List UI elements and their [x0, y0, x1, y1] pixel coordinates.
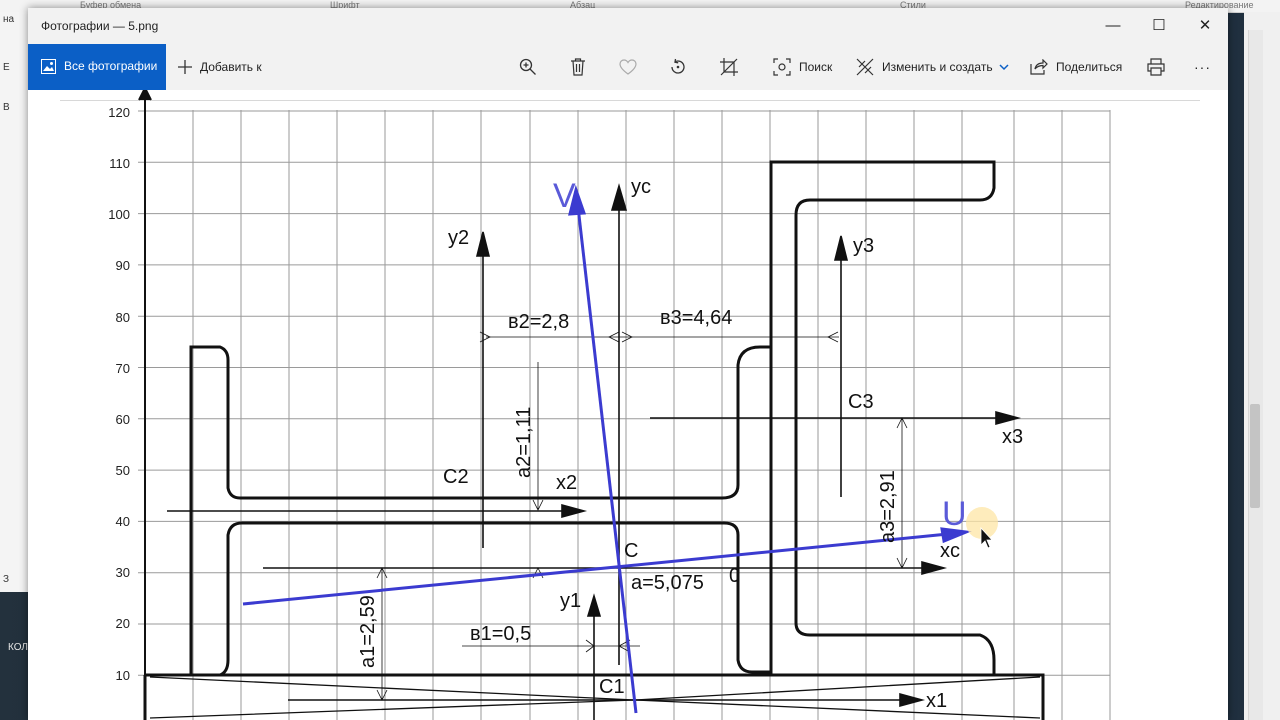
zero-label: 0	[729, 565, 740, 587]
b2-label: в2=2,8	[508, 311, 569, 333]
left-fragment: З	[3, 574, 10, 585]
drawing-canvas: 120 110 100 90 80 70 60 50 40 30 20 10 y…	[108, 90, 1111, 720]
share-button[interactable]: Поделиться	[1030, 44, 1122, 90]
left-fragment: В	[3, 102, 10, 113]
crop-icon	[720, 58, 738, 76]
more-button[interactable]: ···	[1194, 44, 1211, 90]
search-label: Поиск	[799, 60, 833, 74]
heart-icon	[619, 59, 637, 75]
y-tick-label: 120	[108, 105, 130, 120]
search-button[interactable]: Поиск	[773, 44, 832, 90]
c1-label: C1	[599, 676, 625, 698]
background-scrollbar-thumb[interactable]	[1250, 404, 1260, 508]
center-c-label: C	[624, 540, 638, 562]
a-label: a=5,075	[631, 572, 704, 594]
c2-label: C2	[443, 466, 469, 488]
zoom-icon	[519, 58, 537, 76]
y-tick-label: 60	[116, 412, 130, 427]
y-tick-label: 50	[116, 463, 130, 478]
y-tick-label: 10	[116, 668, 130, 683]
close-button[interactable]: ✕	[1182, 8, 1228, 44]
edit-create-label: Изменить и создать	[882, 60, 993, 74]
x3-label: x3	[1002, 426, 1023, 448]
plus-icon	[178, 60, 192, 74]
y1-label: y1	[560, 590, 581, 612]
toolbar: Все фотографии Добавить к Поиск Изменить…	[28, 44, 1228, 90]
x1-label: x1	[926, 690, 947, 712]
photos-window: Фотографии — 5.png — ☐ ✕ Все фотографии …	[28, 8, 1228, 720]
delete-button[interactable]	[570, 44, 586, 90]
y-tick-label: 30	[116, 565, 130, 580]
u-label: U	[942, 495, 967, 533]
left-fragment: Е	[3, 62, 10, 73]
v-axis	[575, 197, 638, 714]
y3-label: y3	[853, 235, 874, 257]
y-tick-label: 100	[108, 207, 130, 222]
favorite-button[interactable]	[619, 44, 637, 90]
y-tick-label: 110	[109, 156, 130, 171]
add-to-label: Добавить к	[200, 60, 262, 74]
add-to-button[interactable]: Добавить к	[178, 44, 262, 90]
y-tick-label: 70	[116, 361, 130, 376]
y-tick-label: 80	[116, 310, 130, 325]
yc-label: yc	[631, 176, 651, 198]
y-tick-label: 40	[116, 514, 130, 529]
all-photos-button[interactable]: Все фотографии	[28, 44, 166, 90]
a1-label: a1=2,59	[357, 595, 379, 668]
taskbar-fragment: КОЛ	[8, 642, 28, 653]
background-scrollbar[interactable]	[1248, 30, 1263, 720]
chevron-down-icon	[999, 63, 1009, 71]
print-button[interactable]	[1147, 44, 1165, 90]
maximize-button[interactable]: ☐	[1136, 8, 1182, 44]
left-fragment: на	[3, 14, 15, 25]
x2-label: x2	[556, 472, 577, 494]
share-icon	[1030, 59, 1048, 75]
y2-label: y2	[448, 227, 469, 249]
xc-label: xc	[940, 540, 960, 562]
b1-label: в1=0,5	[470, 623, 531, 645]
window-title: Фотографии — 5.png	[41, 19, 159, 33]
principal-labels: V U	[553, 177, 967, 533]
edit-create-button[interactable]: Изменить и создать	[856, 44, 1009, 90]
a2-label: a2=1,11	[513, 407, 535, 478]
v-label: V	[553, 177, 576, 215]
search-people-icon	[773, 58, 791, 76]
crop-button[interactable]	[720, 44, 738, 90]
rotate-button[interactable]	[669, 44, 687, 90]
local-axes	[167, 183, 1022, 720]
rotate-icon	[669, 58, 687, 76]
minimize-button[interactable]: —	[1090, 8, 1136, 44]
y-axis-ticks: 120 110 100 90 80 70 60 50 40 30 20 10	[108, 105, 130, 683]
image-viewport[interactable]: 120 110 100 90 80 70 60 50 40 30 20 10 y…	[28, 90, 1228, 720]
photos-icon	[41, 59, 56, 79]
main-axes	[138, 90, 152, 720]
share-label: Поделиться	[1056, 60, 1123, 74]
edit-icon	[856, 58, 874, 76]
zoom-button[interactable]	[519, 44, 537, 90]
print-icon	[1147, 58, 1165, 76]
y-tick-label: 90	[116, 258, 130, 273]
a3-label: a3=2,91	[877, 470, 899, 543]
title-bar[interactable]: Фотографии — 5.png — ☐ ✕	[28, 8, 1228, 44]
axis-labels: yc y2 y3 x2 x3 xc y1 x1 C C1 C2 C3 в2=2,…	[357, 176, 1023, 712]
all-photos-label: Все фотографии	[64, 59, 158, 73]
dimension-lines	[376, 331, 908, 701]
y-tick-label: 20	[116, 616, 130, 631]
background-left-panel: на Е В З	[0, 12, 28, 592]
c3-label: C3	[848, 391, 874, 413]
trash-icon	[570, 58, 586, 76]
b3-label: в3=4,64	[660, 307, 732, 329]
